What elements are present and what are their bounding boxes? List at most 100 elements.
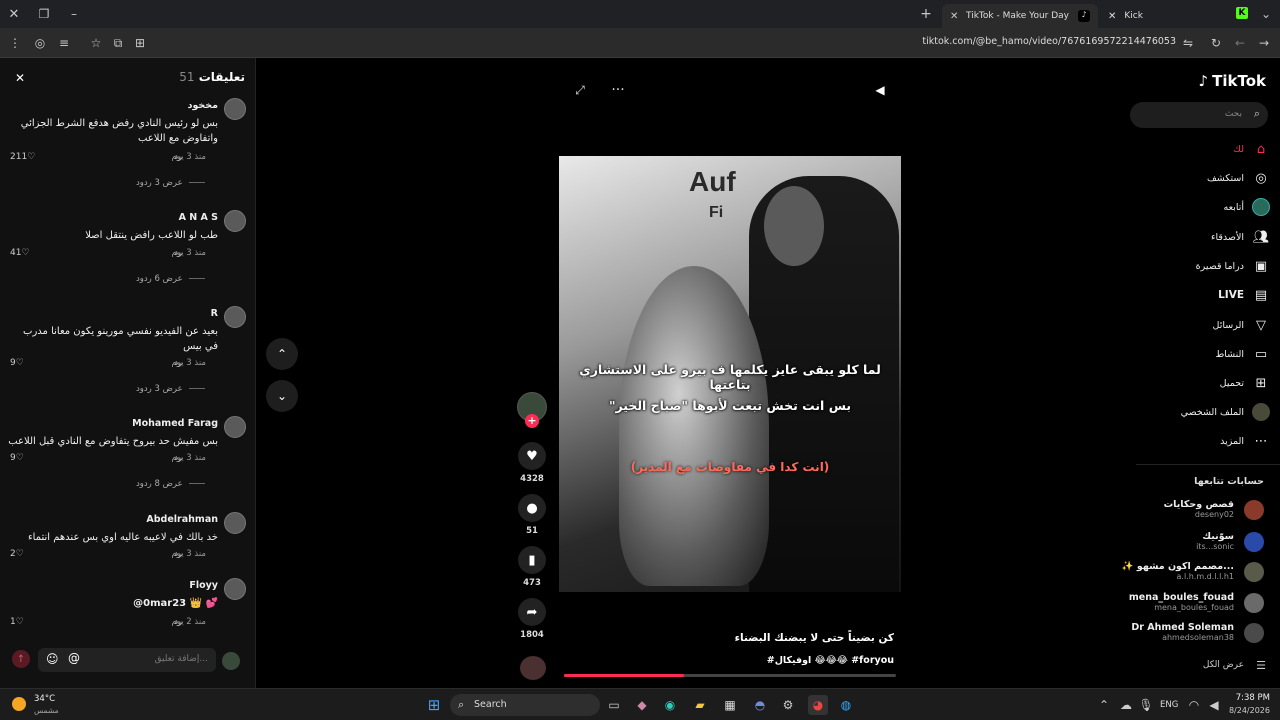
share-arrow-icon[interactable]: ➦: [518, 598, 546, 626]
next-video-button[interactable]: ⌄: [266, 380, 298, 412]
windows-start-icon[interactable]: ⊞: [424, 695, 444, 715]
clock-time[interactable]: 7:38 PM: [1222, 693, 1270, 703]
wifi-icon[interactable]: ◠: [1184, 695, 1204, 715]
comment-username[interactable]: مخخود: [188, 100, 218, 111]
screenshot-icon[interactable]: ⧉: [110, 35, 126, 51]
comment-username[interactable]: Abdelrahman: [146, 514, 218, 525]
sidebar-item-activity[interactable]: النشاط ▭: [1215, 345, 1270, 363]
taskbar-search[interactable]: ⌕ Search: [450, 694, 600, 716]
file-explorer-icon[interactable]: ▰: [690, 695, 710, 715]
comment-username[interactable]: Mohamed Farag: [132, 418, 218, 429]
sidebar-item-live[interactable]: LIVE ▤: [1218, 286, 1270, 304]
search-input[interactable]: ⌕ بحث: [1130, 102, 1268, 128]
previous-video-button[interactable]: ⌃: [266, 338, 298, 370]
sidebar-item-profile[interactable]: الملف الشخصي: [1181, 403, 1270, 421]
copilot-icon[interactable]: ◆: [632, 695, 652, 715]
avatar[interactable]: [224, 98, 246, 120]
onedrive-icon[interactable]: ☁: [1116, 695, 1136, 715]
avatar[interactable]: [224, 306, 246, 328]
heart-icon[interactable]: ♥: [518, 442, 546, 470]
more-options-icon[interactable]: ···: [608, 82, 628, 98]
reply-button[interactable]: رد: [174, 358, 182, 368]
menu-dots-icon[interactable]: ⋮: [8, 35, 22, 51]
reply-button[interactable]: رد: [174, 152, 182, 162]
close-comments-icon[interactable]: ✕: [12, 70, 28, 86]
tab-close-icon[interactable]: ✕: [950, 11, 960, 22]
app-icon[interactable]: ◍: [836, 695, 856, 715]
following-account[interactable]: mena_boules_fouad mena_boules_fouad: [1128, 591, 1264, 615]
fullscreen-icon[interactable]: ⤢: [572, 82, 588, 98]
show-all-button[interactable]: عرض الكل ☰: [1203, 656, 1270, 674]
comment-bubble-icon[interactable]: ●: [518, 494, 546, 522]
tab-kick[interactable]: ✕ Kick: [1100, 4, 1240, 28]
search-icon[interactable]: ⌕: [1254, 107, 1260, 121]
account-icon[interactable]: ◎: [32, 35, 48, 51]
comment-action[interactable]: ● 51: [516, 494, 548, 536]
view-replies-button[interactable]: عرض 3 ردود: [136, 178, 205, 188]
edge-icon[interactable]: ◉: [660, 695, 680, 715]
steam-icon[interactable]: ⚙: [778, 695, 798, 715]
sidebar-item-messages[interactable]: الرسائل ▽: [1213, 316, 1270, 334]
tab-tiktok[interactable]: ✕ TikTok - Make Your Day ♪: [942, 4, 1098, 28]
comment-like-button[interactable]: 9♡: [10, 358, 24, 368]
media-control-icon[interactable]: ≡: [56, 35, 72, 51]
emoji-icon[interactable]: ☺: [46, 652, 59, 666]
weather-sun-icon[interactable]: [12, 697, 26, 711]
forward-icon[interactable]: ←: [1232, 35, 1248, 51]
tray-chevron-icon[interactable]: ⌃: [1094, 695, 1114, 715]
tab-close-icon[interactable]: ✕: [1108, 11, 1116, 22]
view-replies-button[interactable]: عرض 6 ردود: [136, 274, 205, 284]
tab-search-icon[interactable]: ⌄: [1258, 6, 1274, 22]
following-account[interactable]: ✨ مصمم اكون مشهو... a.l.h.m.d.l.l.h1: [1122, 560, 1264, 584]
avatar[interactable]: [224, 578, 246, 600]
comment-like-button[interactable]: 1♡: [10, 617, 24, 627]
reply-button[interactable]: رد: [174, 617, 182, 627]
comment-like-button[interactable]: 2♡: [10, 549, 24, 559]
following-account[interactable]: سوّنيك its...sonic: [1128, 530, 1264, 554]
reply-button[interactable]: رد: [174, 549, 182, 559]
comment-username[interactable]: A N A S: [179, 212, 218, 223]
tiktok-logo[interactable]: ♪ TikTok: [1199, 72, 1266, 90]
avatar[interactable]: [224, 416, 246, 438]
back-icon[interactable]: →: [1256, 35, 1272, 51]
install-icon[interactable]: ⊞: [132, 35, 148, 51]
volume-icon[interactable]: ◀: [872, 82, 888, 98]
bookmark-icon[interactable]: ▮: [518, 546, 546, 574]
post-comment-icon[interactable]: ↑: [12, 650, 30, 668]
like-action[interactable]: ♥ 4328: [516, 442, 548, 484]
avatar[interactable]: [224, 512, 246, 534]
video-progress-track[interactable]: [564, 674, 896, 677]
sound-disc-icon[interactable]: [520, 656, 546, 680]
share-action[interactable]: ➦ 1804: [516, 598, 548, 640]
sidebar-item-drama[interactable]: دراما قصيرة ▣: [1196, 257, 1270, 275]
mention-icon[interactable]: @: [68, 651, 80, 665]
chrome-icon[interactable]: ◕: [808, 695, 828, 715]
video-hashtags[interactable]: #اوفيكال 😂😂😂 #foryou: [568, 655, 894, 666]
close-window-icon[interactable]: ✕: [6, 6, 22, 22]
store-icon[interactable]: ▦: [720, 695, 740, 715]
sidebar-item-friends[interactable]: الأصدقاء 👥︎: [1211, 228, 1270, 246]
sidebar-item-foryou[interactable]: لك ⌂: [1233, 140, 1270, 158]
reply-button[interactable]: رد: [174, 248, 182, 258]
comment-username[interactable]: Floyy: [189, 580, 218, 591]
reload-icon[interactable]: ↻: [1208, 35, 1224, 51]
reply-button[interactable]: رد: [174, 453, 182, 463]
restore-window-icon[interactable]: ❐: [36, 6, 52, 22]
sidebar-item-more[interactable]: المزيد ⋯: [1220, 432, 1270, 450]
avatar[interactable]: [224, 210, 246, 232]
minimize-window-icon[interactable]: –: [66, 6, 82, 22]
site-settings-icon[interactable]: ⇋: [1180, 35, 1196, 51]
view-replies-button[interactable]: عرض 3 ردود: [136, 384, 205, 394]
discord-icon[interactable]: ◓: [750, 695, 770, 715]
new-tab-icon[interactable]: +: [918, 6, 934, 22]
view-replies-button[interactable]: عرض 8 ردود: [136, 479, 205, 489]
sidebar-item-upload[interactable]: تحميل ⊞: [1220, 374, 1270, 392]
bookmark-star-icon[interactable]: ☆: [88, 35, 104, 51]
comment-like-button[interactable]: 41♡: [10, 248, 30, 258]
save-action[interactable]: ▮ 473: [516, 546, 548, 588]
video-player[interactable]: Auf Fi لما كلو يبقى عايز يكلمها ف بيرو ع…: [559, 156, 901, 592]
following-account[interactable]: Dr Ahmed Soleman ahmedsoleman38: [1128, 621, 1264, 645]
task-view-icon[interactable]: ▭: [604, 695, 624, 715]
follow-plus-icon[interactable]: +: [525, 414, 539, 428]
volume-icon[interactable]: ◀: [1204, 695, 1224, 715]
